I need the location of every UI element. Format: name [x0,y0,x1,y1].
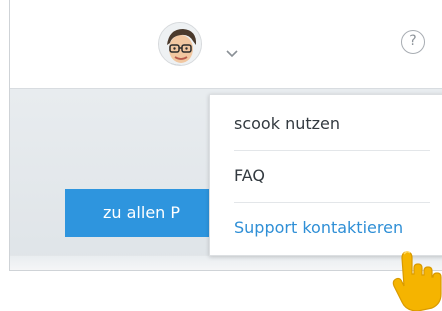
pointer-hand-icon [392,250,442,311]
app-frame: ? zu allen P scook nutzen FAQ Support ko… [9,0,442,271]
avatar-image [159,23,201,65]
menu-item-faq[interactable]: FAQ [234,150,430,203]
all-products-button[interactable]: zu allen P [65,189,225,237]
chevron-down-icon[interactable] [225,48,239,58]
avatar[interactable] [158,22,202,66]
help-icon[interactable]: ? [401,30,425,54]
user-menu-trigger[interactable] [158,22,202,66]
top-header: ? [10,0,442,89]
content-footer-strip [10,255,442,270]
user-dropdown-menu: scook nutzen FAQ Support kontaktieren [209,94,442,256]
menu-item-scook-nutzen[interactable]: scook nutzen [234,98,430,151]
